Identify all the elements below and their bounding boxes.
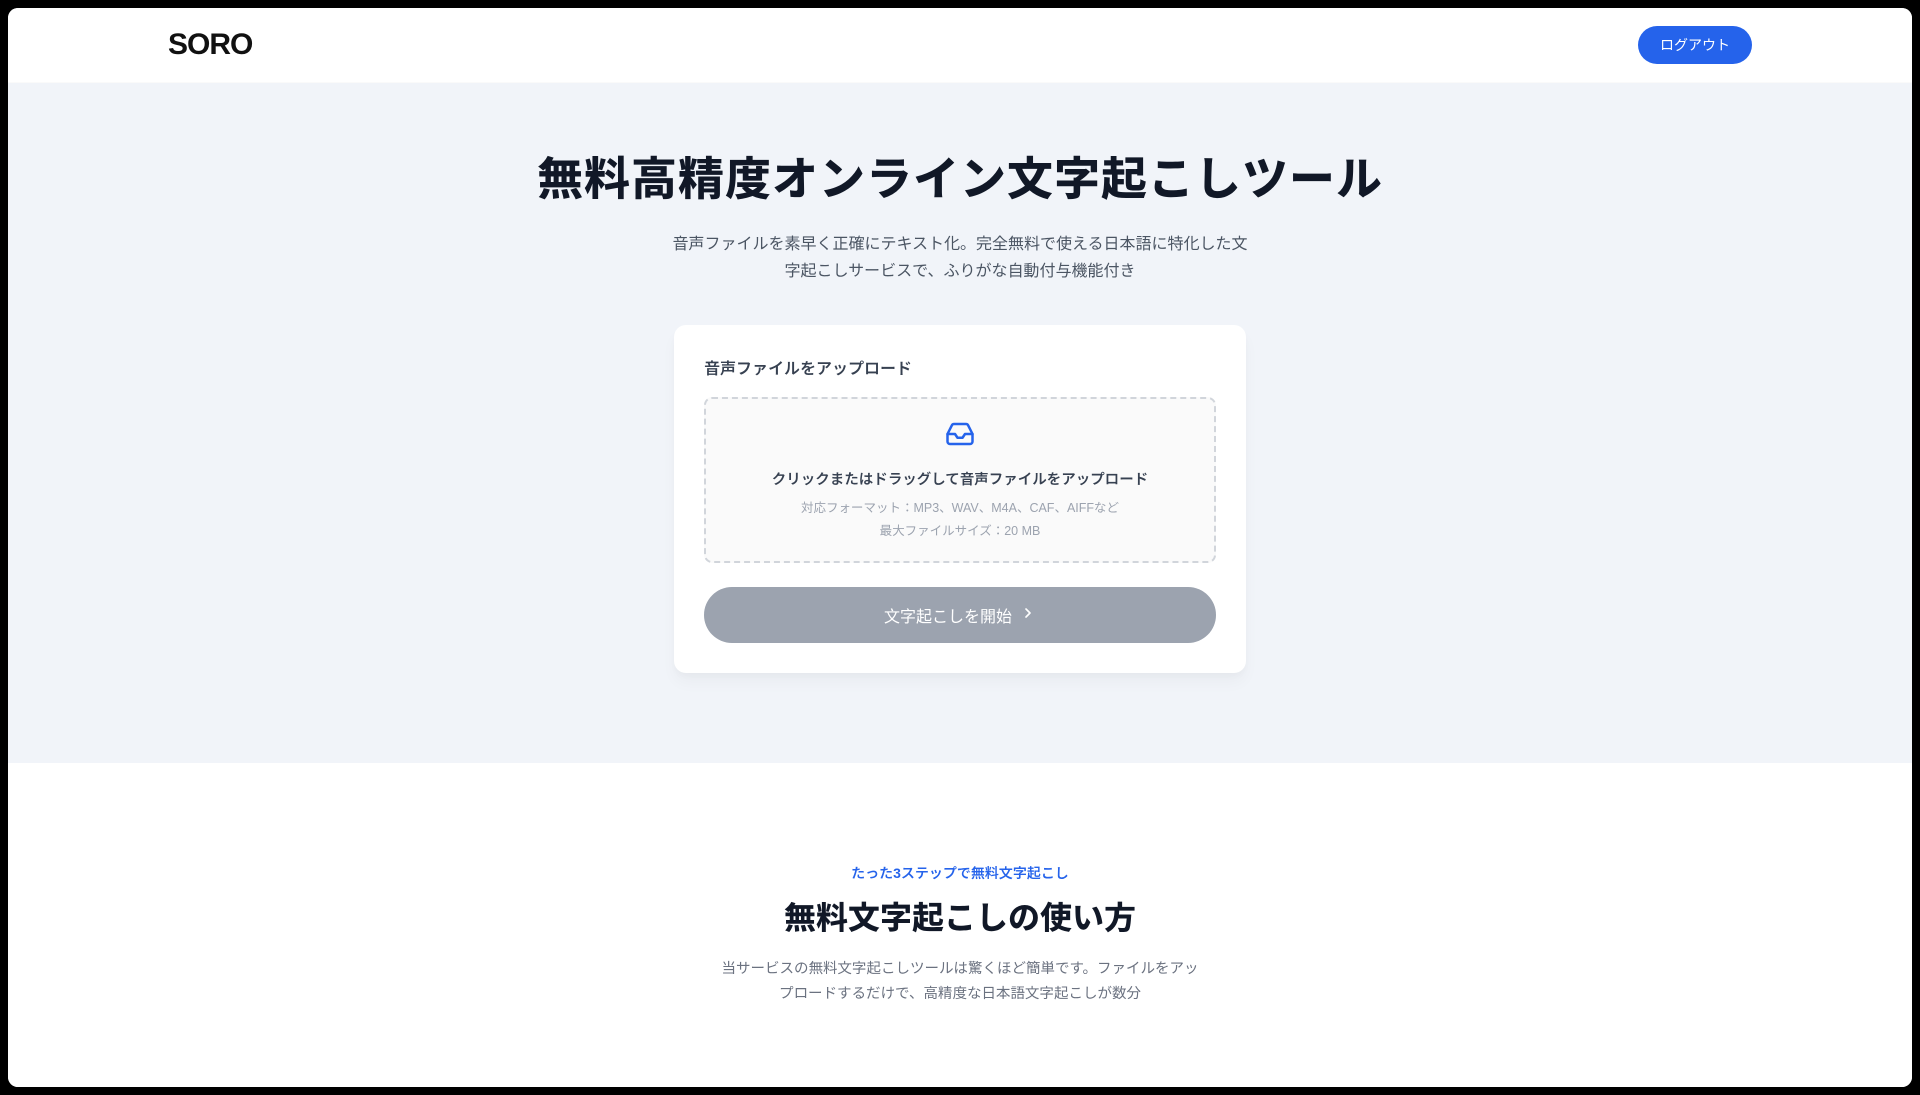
- howto-desc: 当サービスの無料文字起こしツールは驚くほど簡単です。ファイルをアップロードするだ…: [720, 957, 1200, 1006]
- upload-dropzone[interactable]: クリックまたはドラッグして音声ファイルをアップロード 対応フォーマット：MP3、…: [704, 397, 1216, 563]
- dropzone-max: 最大ファイルサイズ：20 MB: [726, 520, 1194, 539]
- hero-section: 無料高精度オンライン文字起こしツール 音声ファイルを素早く正確にテキスト化。完全…: [8, 83, 1912, 763]
- spacer: [8, 1047, 1912, 1087]
- hero-subtitle: 音声ファイルを素早く正確にテキスト化。完全無料で使える日本語に特化した文字起こし…: [670, 231, 1250, 285]
- logout-button[interactable]: ログアウト: [1638, 26, 1752, 64]
- start-button-label: 文字起こしを開始: [884, 603, 1012, 627]
- app-frame: SORO ログアウト 無料高精度オンライン文字起こしツール 音声ファイルを素早く…: [8, 8, 1912, 1087]
- dropzone-formats: 対応フォーマット：MP3、WAV、M4A、CAF、AIFFなど: [726, 497, 1194, 516]
- header: SORO ログアウト: [8, 8, 1912, 83]
- chevron-right-icon: [1020, 605, 1036, 626]
- dropzone-text: クリックまたはドラッグして音声ファイルをアップロード: [726, 468, 1194, 489]
- start-transcription-button[interactable]: 文字起こしを開始: [704, 587, 1216, 643]
- logo[interactable]: SORO: [168, 28, 252, 62]
- scroll-area[interactable]: SORO ログアウト 無料高精度オンライン文字起こしツール 音声ファイルを素早く…: [8, 8, 1912, 1087]
- howto-section: たった3ステップで無料文字起こし 無料文字起こしの使い方 当サービスの無料文字起…: [8, 763, 1912, 1046]
- howto-eyebrow: たった3ステップで無料文字起こし: [8, 863, 1912, 883]
- hero-title: 無料高精度オンライン文字起こしツール: [8, 143, 1912, 209]
- upload-card-title: 音声ファイルをアップロード: [704, 355, 1216, 379]
- inbox-icon: [726, 419, 1194, 454]
- howto-title: 無料文字起こしの使い方: [8, 893, 1912, 939]
- upload-card: 音声ファイルをアップロード クリックまたはドラッグして音声ファイルをアップロード…: [674, 325, 1246, 673]
